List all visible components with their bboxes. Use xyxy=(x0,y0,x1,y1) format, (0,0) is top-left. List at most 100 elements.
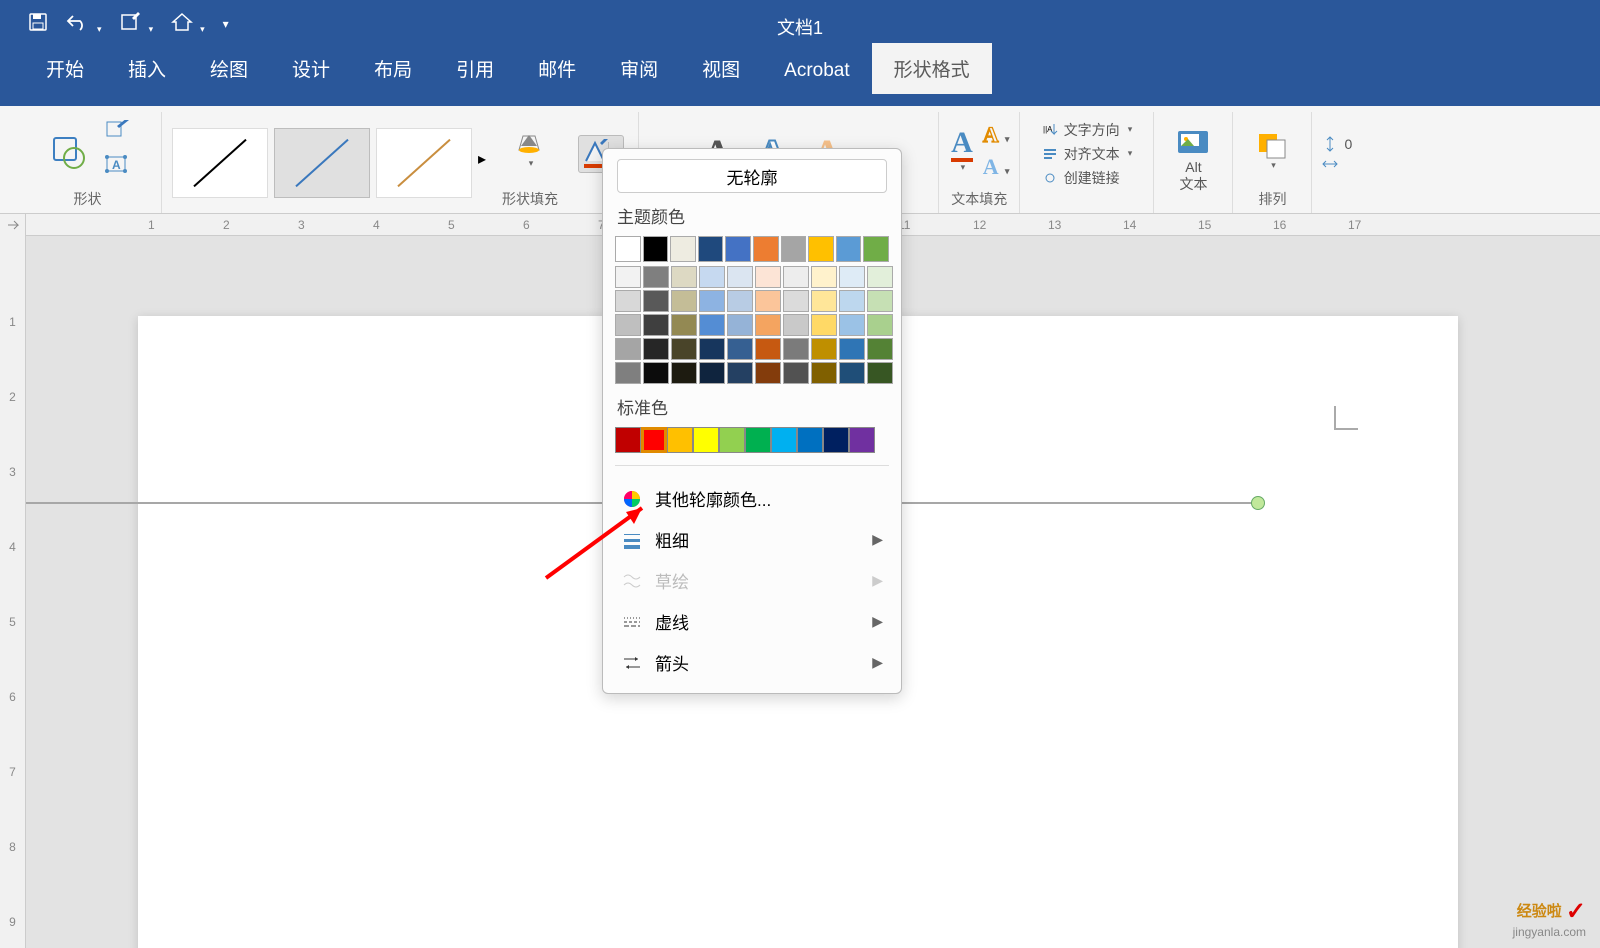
tint-swatch[interactable] xyxy=(839,290,865,312)
dashes-submenu[interactable]: 虚线 ▶ xyxy=(611,601,893,642)
tint-swatch[interactable] xyxy=(699,338,725,360)
theme-color-swatch[interactable] xyxy=(753,236,779,262)
theme-color-swatch[interactable] xyxy=(781,236,807,262)
tint-swatch[interactable] xyxy=(867,362,893,384)
standard-color-swatch[interactable] xyxy=(849,427,875,453)
tint-swatch[interactable] xyxy=(643,266,669,288)
tint-swatch[interactable] xyxy=(867,290,893,312)
textbox-icon[interactable]: A xyxy=(105,155,131,182)
edit-icon[interactable]: ▾ xyxy=(120,12,154,37)
tint-swatch[interactable] xyxy=(727,362,753,384)
tint-swatch[interactable] xyxy=(755,290,781,312)
tint-swatch[interactable] xyxy=(867,266,893,288)
tint-swatch[interactable] xyxy=(755,314,781,336)
line-style-preview-0[interactable] xyxy=(172,128,268,198)
standard-color-swatch[interactable] xyxy=(745,427,771,453)
tab-审阅[interactable]: 审阅 xyxy=(598,43,680,94)
tint-swatch[interactable] xyxy=(811,314,837,336)
tab-形状格式[interactable]: 形状格式 xyxy=(872,43,992,94)
tint-swatch[interactable] xyxy=(839,314,865,336)
insert-shape-button[interactable] xyxy=(45,132,91,170)
tint-swatch[interactable] xyxy=(811,290,837,312)
more-outline-colors[interactable]: 其他轮廓颜色... xyxy=(611,478,893,519)
arrange-button[interactable]: ▾ xyxy=(1243,130,1301,171)
align-text-button[interactable]: 对齐文本▾ xyxy=(1042,144,1133,164)
text-outline-button[interactable]: A ▾ xyxy=(983,122,1010,148)
tint-swatch[interactable] xyxy=(615,362,641,384)
standard-color-swatch[interactable] xyxy=(823,427,849,453)
home-icon[interactable]: ▾ xyxy=(171,12,205,37)
tint-swatch[interactable] xyxy=(839,338,865,360)
theme-color-swatch[interactable] xyxy=(808,236,834,262)
tint-swatch[interactable] xyxy=(727,290,753,312)
tint-swatch[interactable] xyxy=(783,362,809,384)
tint-swatch[interactable] xyxy=(867,314,893,336)
theme-color-swatch[interactable] xyxy=(725,236,751,262)
tint-swatch[interactable] xyxy=(727,266,753,288)
line-style-preview-2[interactable] xyxy=(376,128,472,198)
tint-swatch[interactable] xyxy=(671,290,697,312)
tint-swatch[interactable] xyxy=(615,266,641,288)
tint-swatch[interactable] xyxy=(615,290,641,312)
arrows-submenu[interactable]: 箭头 ▶ xyxy=(611,642,893,683)
tint-swatch[interactable] xyxy=(615,314,641,336)
tint-swatch[interactable] xyxy=(643,314,669,336)
height-field[interactable]: 0 xyxy=(1322,136,1352,152)
tint-swatch[interactable] xyxy=(783,266,809,288)
theme-color-swatch[interactable] xyxy=(698,236,724,262)
standard-color-swatch[interactable] xyxy=(641,427,667,453)
theme-color-swatch[interactable] xyxy=(836,236,862,262)
tint-swatch[interactable] xyxy=(811,266,837,288)
tint-swatch[interactable] xyxy=(783,290,809,312)
tint-swatch[interactable] xyxy=(811,362,837,384)
tint-swatch[interactable] xyxy=(755,266,781,288)
tab-邮件[interactable]: 邮件 xyxy=(516,43,598,94)
standard-color-swatch[interactable] xyxy=(719,427,745,453)
tab-视图[interactable]: 视图 xyxy=(680,43,762,94)
tab-绘图[interactable]: 绘图 xyxy=(188,43,270,94)
style-gallery-more[interactable]: ▸ xyxy=(476,112,492,213)
standard-color-swatch[interactable] xyxy=(667,427,693,453)
theme-color-swatch[interactable] xyxy=(863,236,889,262)
tab-设计[interactable]: 设计 xyxy=(270,43,352,94)
tint-swatch[interactable] xyxy=(671,266,697,288)
tint-swatch[interactable] xyxy=(643,290,669,312)
text-direction-button[interactable]: ||A 文字方向▾ xyxy=(1042,120,1133,140)
tint-swatch[interactable] xyxy=(727,314,753,336)
theme-color-swatch[interactable] xyxy=(643,236,669,262)
tint-swatch[interactable] xyxy=(671,362,697,384)
tab-插入[interactable]: 插入 xyxy=(106,43,188,94)
create-link-button[interactable]: 创建链接 xyxy=(1042,168,1133,188)
tint-swatch[interactable] xyxy=(839,362,865,384)
tint-swatch[interactable] xyxy=(615,338,641,360)
tint-swatch[interactable] xyxy=(783,314,809,336)
standard-color-swatch[interactable] xyxy=(797,427,823,453)
no-outline-button[interactable]: 无轮廓 xyxy=(617,159,887,193)
alt-text-button[interactable]: Alt 文本 xyxy=(1164,129,1222,193)
tab-开始[interactable]: 开始 xyxy=(24,43,106,94)
tint-swatch[interactable] xyxy=(839,266,865,288)
theme-color-swatch[interactable] xyxy=(670,236,696,262)
line-style-preview-1[interactable] xyxy=(274,128,370,198)
text-effects-button[interactable]: A ▾ xyxy=(983,154,1010,180)
shape-fill-button[interactable]: ▾ xyxy=(515,128,545,173)
width-field[interactable] xyxy=(1322,156,1352,172)
tint-swatch[interactable] xyxy=(727,338,753,360)
tint-swatch[interactable] xyxy=(811,338,837,360)
tint-swatch[interactable] xyxy=(699,266,725,288)
tint-swatch[interactable] xyxy=(643,338,669,360)
edit-shape-icon[interactable] xyxy=(105,120,131,147)
standard-color-swatch[interactable] xyxy=(693,427,719,453)
tint-swatch[interactable] xyxy=(783,338,809,360)
line-end-handle[interactable] xyxy=(1251,496,1265,510)
tint-swatch[interactable] xyxy=(755,362,781,384)
undo-icon[interactable]: ▾ xyxy=(66,12,102,37)
tint-swatch[interactable] xyxy=(867,338,893,360)
tint-swatch[interactable] xyxy=(671,338,697,360)
standard-color-swatch[interactable] xyxy=(771,427,797,453)
tint-swatch[interactable] xyxy=(671,314,697,336)
tint-swatch[interactable] xyxy=(699,290,725,312)
customize-qat-icon[interactable]: ▾ xyxy=(223,17,229,31)
weight-submenu[interactable]: 粗细 ▶ xyxy=(611,519,893,560)
tab-布局[interactable]: 布局 xyxy=(352,43,434,94)
